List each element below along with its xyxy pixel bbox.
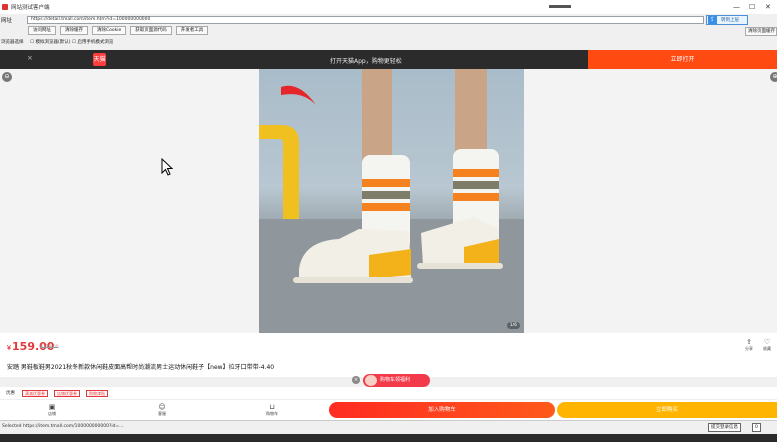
minimize-button[interactable]: — xyxy=(733,3,740,11)
store-button[interactable]: ▣ 店铺 xyxy=(48,403,56,417)
status-count[interactable]: 0 xyxy=(752,423,761,432)
clear-cache-button[interactable]: 清除缓存 xyxy=(60,26,88,35)
maximize-button[interactable]: ☐ xyxy=(749,3,755,11)
window-title: 网站测试客户端 xyxy=(11,5,50,11)
bottom-action-bar: ▣ 店铺 ☺ 客服 ⊔ 购物车 加入购物车 立即购买 xyxy=(0,399,777,420)
share-icon: ⇪ xyxy=(746,338,752,346)
get-source-button[interactable]: 获取页面源代码 xyxy=(130,26,172,35)
app-icon xyxy=(2,4,8,10)
option-row: 浏览器选择 ☐ 模拟浏览器(默认) ☐ 启用手机模式浏览 xyxy=(0,37,113,47)
drag-handle[interactable] xyxy=(549,5,571,8)
option-label: 浏览器选择 xyxy=(1,40,24,45)
banner-message: 打开天猫App，购物更轻松 xyxy=(330,58,402,65)
address-row: 网址 https://detail.tmall.com/item.htm?id=… xyxy=(0,14,777,26)
promo-button[interactable]: 购物车领福利 xyxy=(363,373,430,387)
cart-label: 购物车 xyxy=(266,411,278,416)
zoom-out-icon[interactable]: ⊖ xyxy=(2,72,12,82)
share-label: 分享 xyxy=(745,346,753,351)
status-bar: Selected https://item.tmall.com/10000000… xyxy=(0,420,777,434)
share-button[interactable]: ⇪ 分享 xyxy=(745,338,753,352)
product-title: 安踏 男鞋板鞋男2021秋冬新款休闲鞋皮面高帮时尚潮流男士运动休闲鞋子【new】… xyxy=(7,364,275,371)
visit-url-button[interactable]: 访问网址 xyxy=(28,26,56,35)
promo-label: 购物车领福利 xyxy=(380,376,411,383)
promo-close-icon[interactable]: × xyxy=(352,376,360,384)
price-row: ￥159.00 ¥329.00 ⇪ 分享 ♡ 收藏 xyxy=(0,333,777,357)
close-button[interactable]: ✕ xyxy=(765,3,771,11)
submit-login-button[interactable]: 提交登录信息 xyxy=(708,423,741,432)
coupon-tag[interactable]: 购物津贴 xyxy=(86,390,108,397)
clear-cookie-button[interactable]: 清除Cookie xyxy=(92,26,127,35)
toolbar: 访问网址 清除缓存 清除Cookie 获取页面源代码 开发者工具 xyxy=(28,26,209,36)
status-text: Selected https://item.tmall.com/10000000… xyxy=(2,424,124,429)
collect-button[interactable]: ♡ 收藏 xyxy=(763,338,771,352)
mouse-pointer-icon xyxy=(161,158,173,176)
cart-icon: ⊔ xyxy=(269,403,275,411)
navigate-icon: ⇪ xyxy=(708,16,717,24)
coupon-row: 优惠 满减优惠券 店铺优惠券 购物津贴 xyxy=(0,387,777,399)
heart-icon: ♡ xyxy=(763,338,771,346)
add-to-cart-button[interactable]: 加入购物车 xyxy=(329,402,555,418)
zoom-in-icon[interactable]: ⊕ xyxy=(770,72,777,82)
open-app-button[interactable]: 立即打开 xyxy=(588,50,777,69)
buy-now-button[interactable]: 立即购买 xyxy=(557,402,777,418)
service-button[interactable]: ☺ 客服 xyxy=(158,403,166,417)
clear-page-cache-button[interactable]: 清除页面缓存 xyxy=(745,27,777,36)
go-up-button[interactable]: ⇪ 转到上层 xyxy=(706,15,748,25)
coupon-tag[interactable]: 满减优惠券 xyxy=(22,390,48,397)
store-label: 店铺 xyxy=(48,411,56,416)
hand-icon xyxy=(365,374,377,386)
product-gallery: ⊖ ⊕ 1/6 xyxy=(0,69,777,333)
browser-mode-options[interactable]: ☐ 模拟浏览器(默认) ☐ 启用手机模式浏览 xyxy=(30,39,113,45)
coupon-label: 优惠 xyxy=(6,391,15,396)
cart-button[interactable]: ⊔ 购物车 xyxy=(266,403,278,417)
title-bar: 网站测试客户端 — ☐ ✕ xyxy=(0,0,777,14)
sneaker-illustration xyxy=(259,69,524,333)
app-download-banner: × 天猫 打开天猫App，购物更轻松 立即打开 xyxy=(0,50,777,69)
service-label: 客服 xyxy=(158,411,166,416)
collect-label: 收藏 xyxy=(763,346,771,351)
service-icon: ☺ xyxy=(158,403,166,411)
coupon-tag[interactable]: 店铺优惠券 xyxy=(54,390,80,397)
original-price: ¥329.00 xyxy=(40,345,59,350)
taskbar xyxy=(0,434,777,442)
floating-promo: × 购物车领福利 xyxy=(352,373,430,387)
photo-index-badge: 1/6 xyxy=(506,322,520,329)
go-up-label: 转到上层 xyxy=(721,18,739,23)
store-icon: ▣ xyxy=(48,403,56,411)
dev-tools-button[interactable]: 开发者工具 xyxy=(175,26,209,35)
tmall-logo: 天猫 xyxy=(93,53,106,66)
address-label: 网址 xyxy=(1,18,13,24)
banner-close-icon[interactable]: × xyxy=(27,54,33,62)
product-photo[interactable]: 1/6 xyxy=(259,69,524,333)
address-input[interactable]: https://detail.tmall.com/item.htm?id=100… xyxy=(27,16,704,24)
browser-window: 网站测试客户端 — ☐ ✕ 网址 https://detail.tmall.co… xyxy=(0,0,777,442)
